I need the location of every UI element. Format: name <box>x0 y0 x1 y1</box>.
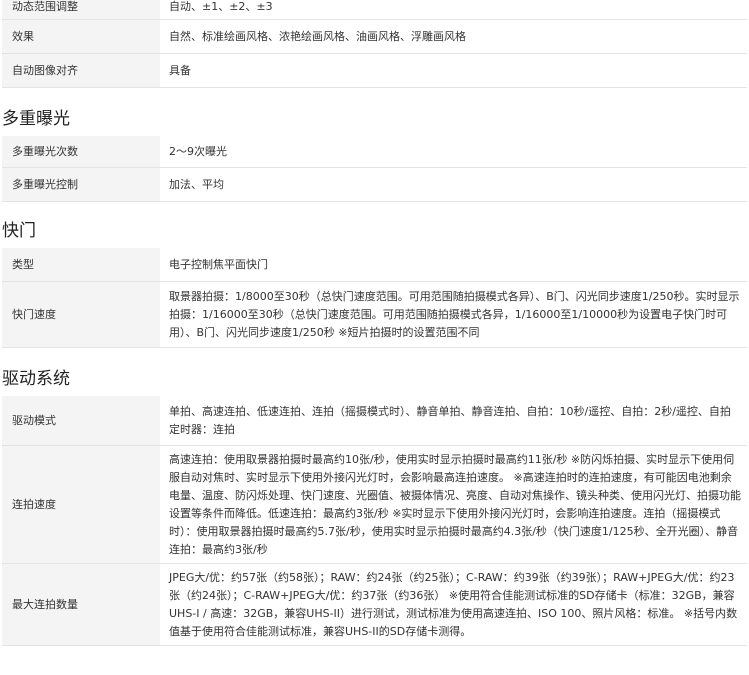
row-label-burst-speed: 连拍速度 <box>2 446 160 564</box>
row-value-burst-speed: 高速连拍：使用取景器拍摄时最高约10张/秒，使用实时显示拍摄时最高约11张/秒 … <box>160 446 747 564</box>
row-value-max-burst: JPEG大/优：约57张（约58张）；RAW：约24张（约25张）；C-RAW：… <box>160 564 747 646</box>
spec-table-drive: 驱动模式 单拍、高速连拍、低速连拍、连拍（摇摄模式时）、静音单拍、静音连拍、自拍… <box>2 396 747 646</box>
spec-page: 动态范围调整 自动、±1、±2、±3 效果 自然、标准绘画风格、浓艳绘画风格、油… <box>0 0 749 646</box>
table-row: 连拍速度 高速连拍：使用取景器拍摄时最高约10张/秒，使用实时显示拍摄时最高约1… <box>2 446 747 564</box>
section-title-drive: 驱动系统 <box>2 369 70 389</box>
section-title-multi-exposure: 多重曝光 <box>2 109 70 129</box>
row-value-auto-align: 具备 <box>160 54 747 88</box>
row-label-drive-mode: 驱动模式 <box>2 396 160 446</box>
row-value-drive-mode: 单拍、高速连拍、低速连拍、连拍（摇摄模式时）、静音单拍、静音连拍、自拍：10秒/… <box>160 396 747 446</box>
row-label-shutter-type: 类型 <box>2 248 160 282</box>
table-row: 快门速度 取景器拍摄：1/8000至30秒（总快门速度范围。可用范围随拍摄模式各… <box>2 282 747 348</box>
row-label-max-burst: 最大连拍数量 <box>2 564 160 646</box>
table-row: 最大连拍数量 JPEG大/优：约57张（约58张）；RAW：约24张（约25张）… <box>2 564 747 646</box>
row-label-exposure-count: 多重曝光次数 <box>2 136 160 168</box>
row-label-effect: 效果 <box>2 20 160 54</box>
row-value-exposure-control: 加法、平均 <box>160 168 747 202</box>
spec-table-multi-exposure: 多重曝光次数 2～9次曝光 多重曝光控制 加法、平均 <box>2 136 747 202</box>
section-title-shutter: 快门 <box>2 221 36 241</box>
table-row: 效果 自然、标准绘画风格、浓艳绘画风格、油画风格、浮雕画风格 <box>2 20 747 54</box>
row-label-dynamic-range: 动态范围调整 <box>2 0 160 20</box>
spec-table-shutter: 类型 电子控制焦平面快门 快门速度 取景器拍摄：1/8000至30秒（总快门速度… <box>2 248 747 348</box>
row-label-shutter-speed: 快门速度 <box>2 282 160 348</box>
table-row: 多重曝光次数 2～9次曝光 <box>2 136 747 168</box>
row-value-dynamic-range: 自动、±1、±2、±3 <box>160 0 747 20</box>
table-row: 多重曝光控制 加法、平均 <box>2 168 747 202</box>
table-row: 自动图像对齐 具备 <box>2 54 747 88</box>
table-row: 类型 电子控制焦平面快门 <box>2 248 747 282</box>
row-label-auto-align: 自动图像对齐 <box>2 54 160 88</box>
row-label-exposure-control: 多重曝光控制 <box>2 168 160 202</box>
row-value-shutter-type: 电子控制焦平面快门 <box>160 248 747 282</box>
row-value-exposure-count: 2～9次曝光 <box>160 136 747 168</box>
table-row: 动态范围调整 自动、±1、±2、±3 <box>2 0 747 20</box>
spec-table-top: 动态范围调整 自动、±1、±2、±3 效果 自然、标准绘画风格、浓艳绘画风格、油… <box>2 0 747 88</box>
row-value-effect: 自然、标准绘画风格、浓艳绘画风格、油画风格、浮雕画风格 <box>160 20 747 54</box>
row-value-shutter-speed: 取景器拍摄：1/8000至30秒（总快门速度范围。可用范围随拍摄模式各异）、B门… <box>160 282 747 348</box>
table-row: 驱动模式 单拍、高速连拍、低速连拍、连拍（摇摄模式时）、静音单拍、静音连拍、自拍… <box>2 396 747 446</box>
